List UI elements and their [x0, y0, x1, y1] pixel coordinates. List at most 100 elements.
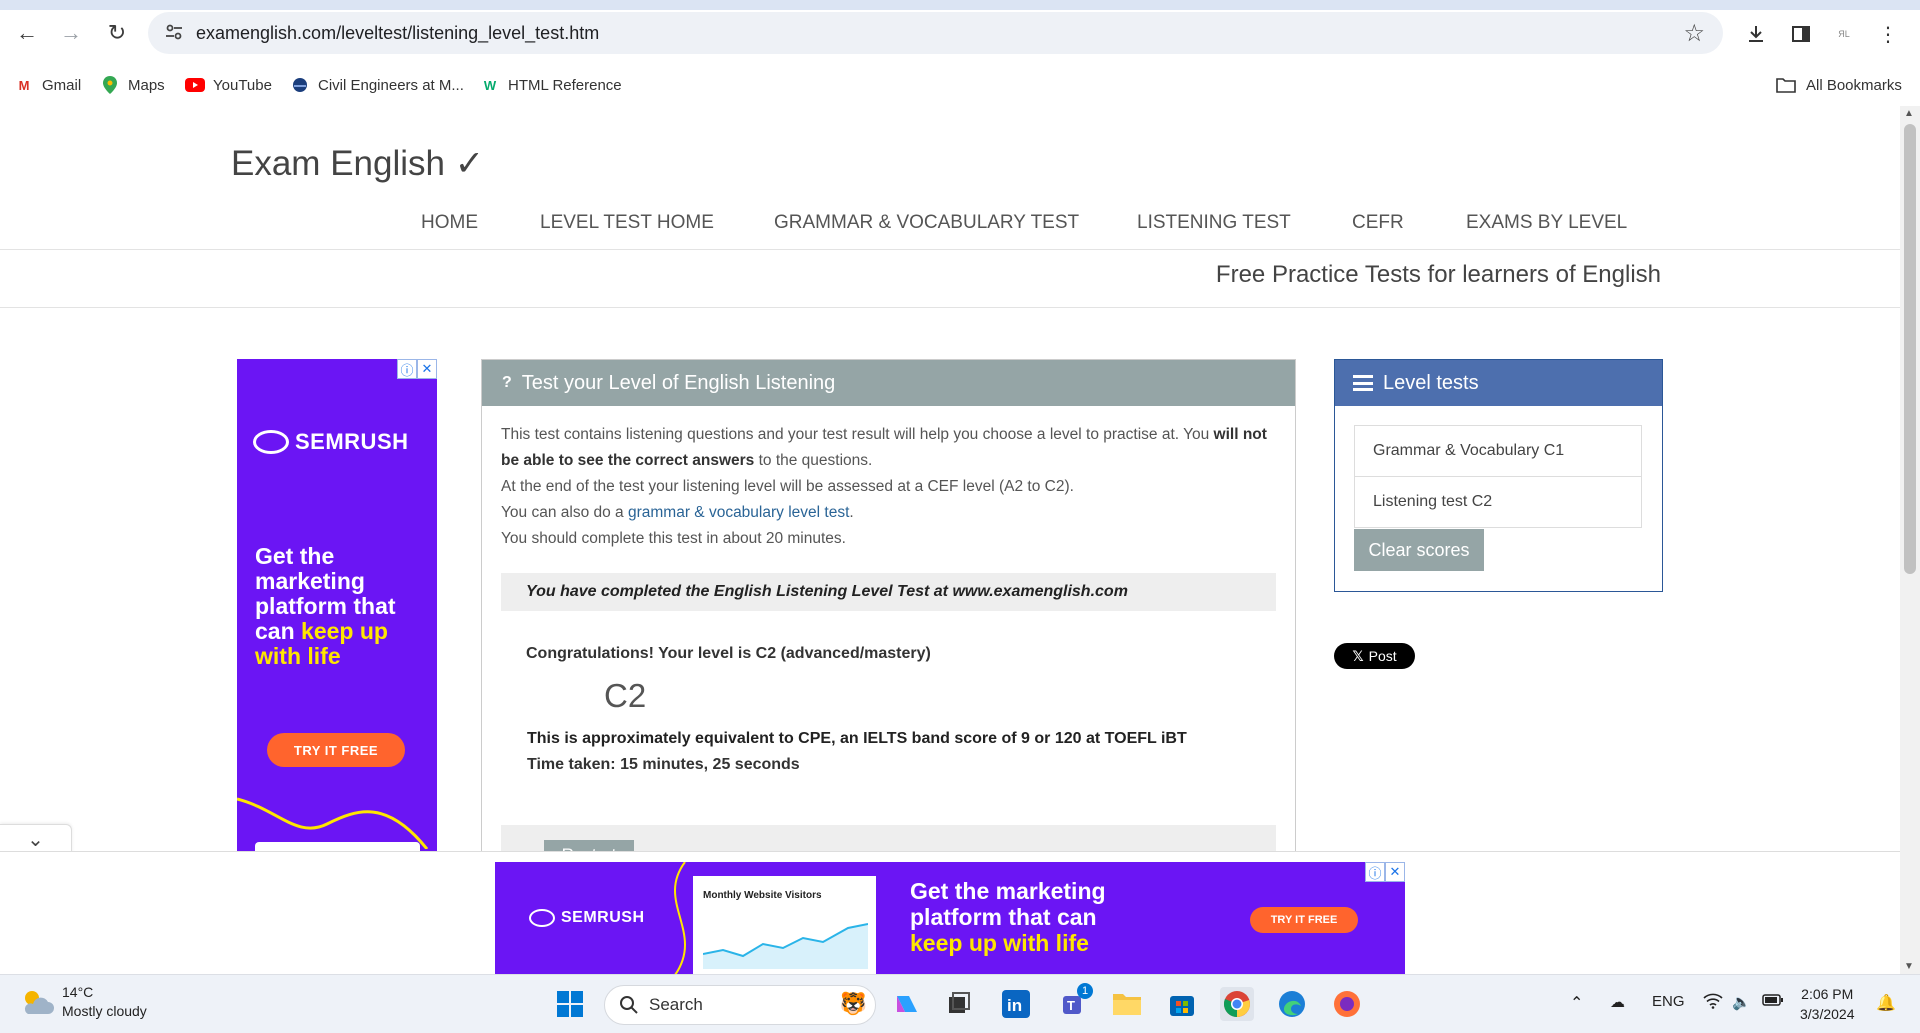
level-tests-title: Level tests [1383, 371, 1479, 394]
equivalence-text: This is approximately equivalent to CPE,… [527, 730, 1187, 747]
show-hidden-icons-chevron[interactable]: ⌃ [1570, 993, 1583, 1013]
intro-paragraph-3: You can also do a grammar & vocabulary l… [501, 500, 1276, 526]
teams-icon[interactable]: T 1 [1057, 983, 1093, 1021]
browser-toolbar: ← → ↻ examenglish.com/leveltest/listenin… [0, 0, 1920, 66]
menu-kebab-icon[interactable]: ⋮ [1872, 18, 1904, 50]
reload-icon[interactable]: ↻ [102, 18, 132, 48]
ad-info-icon[interactable]: ⓘ [1365, 862, 1385, 882]
address-bar[interactable]: examenglish.com/leveltest/listening_leve… [148, 12, 1723, 54]
battery-icon[interactable] [1762, 993, 1784, 1011]
level-test-item-grammar[interactable]: Grammar & Vocabulary C1 [1354, 425, 1642, 477]
bookmark-label: YouTube [213, 76, 272, 94]
windows-start-icon[interactable] [553, 987, 587, 1021]
ad-line-chart-graphic [703, 923, 868, 969]
task-view-icon[interactable] [942, 987, 976, 1021]
scroll-down-icon[interactable]: ▼ [1904, 961, 1914, 972]
w3schools-icon: W [483, 77, 497, 93]
firefox-icon[interactable] [1330, 987, 1364, 1021]
bookmark-youtube[interactable]: YouTube [185, 70, 272, 100]
windows-taskbar: 14°C Mostly cloudy Search 🐯 in T 1 ⌃ ☁ E… [0, 974, 1920, 1033]
web-page: Exam English ✓ HOME LEVEL TEST HOME GRAM… [0, 106, 1900, 851]
level-tests-box: Level tests Grammar & Vocabulary C1 List… [1334, 359, 1663, 592]
search-highlight-icon: 🐯 [839, 991, 867, 1016]
profile-avatar[interactable]: ЯL [1828, 18, 1860, 50]
nav-level-test-home[interactable]: LEVEL TEST HOME [540, 212, 714, 234]
bookmark-civil-engineers[interactable]: Civil Engineers at M... [290, 70, 464, 100]
scrollbar-thumb[interactable] [1904, 124, 1916, 574]
bookmark-label: Civil Engineers at M... [318, 76, 464, 94]
nav-listening-test[interactable]: LISTENING TEST [1137, 212, 1291, 234]
ad-try-free-button[interactable]: TRY IT FREE [267, 733, 405, 767]
url-text[interactable]: examenglish.com/leveltest/listening_leve… [196, 23, 599, 44]
forward-arrow-icon[interactable]: → [56, 18, 86, 48]
scroll-up-icon[interactable]: ▲ [1904, 108, 1914, 119]
ad-close-icon[interactable]: ✕ [1385, 862, 1405, 882]
level-tests-header: Level tests [1335, 360, 1662, 406]
side-panel-icon[interactable] [1785, 18, 1817, 50]
ad-info-icon[interactable]: ⓘ [397, 359, 417, 379]
site-settings-icon[interactable] [164, 22, 184, 42]
bookmark-star-icon[interactable]: ☆ [1683, 19, 1705, 48]
semrush-logo: SEMRUSH [253, 429, 409, 455]
bookmark-label: HTML Reference [508, 76, 622, 94]
file-explorer-icon[interactable] [1110, 987, 1144, 1021]
edge-icon[interactable] [1275, 987, 1309, 1021]
onedrive-icon[interactable]: ☁ [1610, 993, 1625, 1011]
clock-time: 2:06 PM [1801, 986, 1854, 1002]
panel-header: ? Test your Level of English Listening [482, 360, 1295, 406]
nav-exams-by-level[interactable]: EXAMS BY LEVEL [1466, 212, 1627, 234]
bookmark-gmail[interactable]: M Gmail [14, 70, 82, 100]
linkedin-icon[interactable]: in [999, 987, 1033, 1021]
back-arrow-icon[interactable]: ← [12, 18, 42, 48]
ad-line-part: can [255, 618, 302, 644]
clear-scores-button[interactable]: Clear scores [1354, 529, 1484, 571]
site-logo[interactable]: Exam English ✓ [231, 144, 484, 184]
notification-bell-icon[interactable]: 🔔 [1876, 993, 1896, 1013]
download-icon[interactable] [1740, 18, 1772, 50]
semrush-ad-left[interactable]: ⓘ ✕ SEMRUSH Get the marketing platform t… [237, 359, 437, 851]
cloudy-icon [24, 991, 54, 1014]
semrush-brand: SEMRUSH [561, 909, 645, 926]
wifi-icon[interactable] [1703, 993, 1723, 1013]
all-bookmarks-label: All Bookmarks [1806, 76, 1902, 94]
volume-icon[interactable]: 🔈 [1732, 993, 1751, 1011]
nav-grammar-vocabulary-test[interactable]: GRAMMAR & VOCABULARY TEST [774, 212, 1079, 234]
ad-try-free-button[interactable]: TRY IT FREE [1250, 907, 1358, 933]
question-mark-icon: ? [502, 374, 512, 391]
collapse-ad-tab[interactable]: ⌄ [0, 824, 72, 851]
divider [0, 249, 1900, 250]
time-taken: Time taken: 15 minutes, 25 seconds [527, 756, 800, 773]
chrome-icon[interactable] [1220, 987, 1254, 1021]
intro-paragraph-1: This test contains listening questions a… [501, 422, 1276, 474]
x-logo-icon: 𝕏 [1352, 647, 1364, 664]
copilot-icon[interactable] [890, 987, 924, 1021]
x-post-label: Post [1368, 648, 1397, 664]
bookmark-maps[interactable]: Maps [100, 70, 165, 100]
x-post-button[interactable]: 𝕏 Post [1334, 643, 1415, 669]
nav-home[interactable]: HOME [421, 212, 478, 234]
taskbar-search[interactable]: Search 🐯 [604, 985, 876, 1025]
semrush-ad-bottom[interactable]: ⓘ ✕ SEMRUSH Monthly Website Visitors Get… [495, 862, 1405, 975]
ad-line: platform that [255, 593, 396, 619]
bookmark-html-reference[interactable]: W HTML Reference [480, 70, 622, 100]
restart-button[interactable]: Restart [544, 840, 634, 851]
intro-text: You can also do a [501, 504, 628, 521]
folder-icon [1776, 75, 1796, 95]
intro-paragraph-4: You should complete this test in about 2… [501, 530, 846, 547]
ad-close-icon[interactable]: ✕ [417, 359, 437, 379]
bookmarks-bar: M Gmail Maps YouTube Civil Engineers at … [0, 66, 1920, 106]
system-clock[interactable]: 2:06 PM 3/3/2024 [1800, 984, 1855, 1024]
level-test-item-listening[interactable]: Listening test C2 [1354, 476, 1642, 528]
language-indicator[interactable]: ENG [1652, 993, 1685, 1010]
microsoft-store-icon[interactable] [1165, 987, 1199, 1021]
test-intro: This test contains listening questions a… [501, 422, 1276, 552]
page-scrollbar[interactable]: ▲ ▼ [1900, 106, 1920, 974]
ad-chart-card: Monthly Website Visitors [693, 876, 876, 975]
youtube-icon [185, 75, 205, 95]
all-bookmarks[interactable]: All Bookmarks [1776, 70, 1902, 100]
grammar-vocabulary-test-link[interactable]: grammar & vocabulary level test [628, 504, 849, 521]
weather-widget[interactable]: 14°C Mostly cloudy [20, 983, 147, 1021]
search-placeholder: Search [649, 995, 703, 1014]
nav-cefr[interactable]: CEFR [1352, 212, 1404, 234]
ad-line: platform that can [910, 904, 1097, 930]
